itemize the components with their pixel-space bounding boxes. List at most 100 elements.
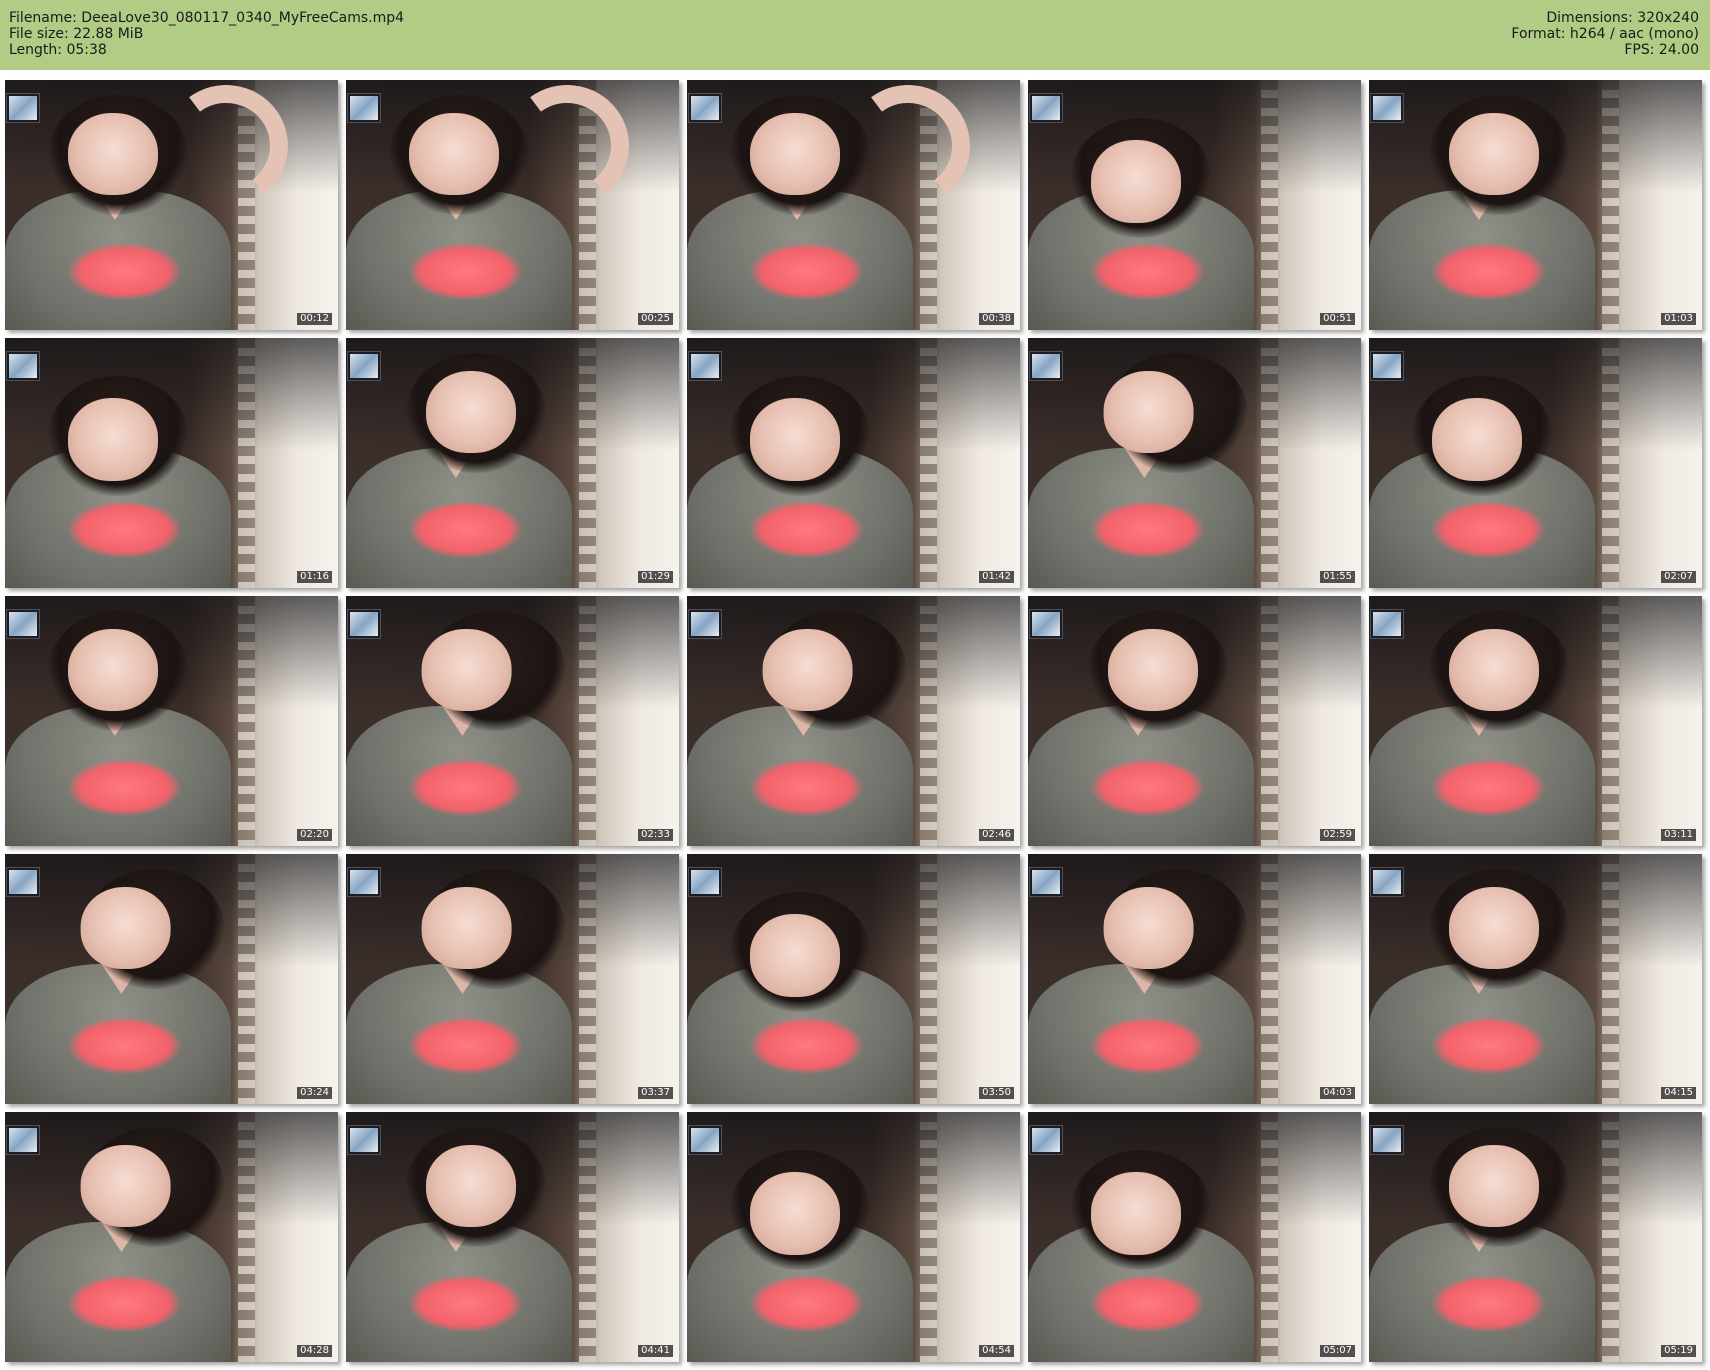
thumbnail-frame-image	[687, 338, 1020, 588]
monitor-in-background	[689, 610, 721, 638]
thumbnail-frame-image	[346, 596, 679, 846]
timestamp-label: 04:03	[1320, 1087, 1355, 1099]
monitor-in-background	[348, 94, 380, 122]
video-thumbnail: 00:12	[5, 80, 338, 330]
timestamp-label: 03:37	[638, 1087, 673, 1099]
timestamp-label: 05:07	[1320, 1345, 1355, 1357]
monitor-in-background	[1371, 868, 1403, 896]
timestamp-label: 01:42	[979, 571, 1014, 583]
monitor-in-background	[7, 1126, 39, 1154]
video-thumbnail: 00:51	[1028, 80, 1361, 330]
timestamp-label: 02:33	[638, 829, 673, 841]
monitor-in-background	[1030, 94, 1062, 122]
monitor-in-background	[1371, 94, 1403, 122]
video-thumbnail: 04:03	[1028, 854, 1361, 1104]
timestamp-label: 03:11	[1661, 829, 1696, 841]
thumbnail-grid: 00:12 00:25 00:38 00:51 01:03 01:16 01:29 01:42…	[5, 80, 1705, 1366]
length-text: Length: 05:38	[9, 42, 107, 58]
video-thumbnail: 00:25	[346, 80, 679, 330]
timestamp-label: 02:46	[979, 829, 1014, 841]
video-thumbnail: 04:54	[687, 1112, 1020, 1362]
thumbnail-frame-image	[687, 854, 1020, 1104]
metadata-header: Filename: DeeaLove30_080117_0340_MyFreeC…	[0, 0, 1710, 70]
file-size-text: File size: 22.88 MiB	[9, 26, 144, 42]
timestamp-label: 03:50	[979, 1087, 1014, 1099]
monitor-in-background	[1371, 610, 1403, 638]
video-thumbnail: 05:19	[1369, 1112, 1702, 1362]
fps-text: FPS: 24.00	[1624, 42, 1699, 58]
video-thumbnail: 02:59	[1028, 596, 1361, 846]
video-thumbnail: 01:16	[5, 338, 338, 588]
timestamp-label: 00:25	[638, 313, 673, 325]
timestamp-label: 00:12	[297, 313, 332, 325]
thumbnail-frame-image	[5, 80, 338, 330]
video-thumbnail: 03:11	[1369, 596, 1702, 846]
thumbnail-frame-image	[1028, 338, 1361, 588]
monitor-in-background	[1030, 868, 1062, 896]
thumbnail-frame-image	[1369, 596, 1702, 846]
thumbnail-frame-image	[1028, 1112, 1361, 1362]
timestamp-label: 04:15	[1661, 1087, 1696, 1099]
timestamp-label: 01:16	[297, 571, 332, 583]
monitor-in-background	[7, 352, 39, 380]
timestamp-label: 04:54	[979, 1345, 1014, 1357]
video-thumbnail: 01:03	[1369, 80, 1702, 330]
monitor-in-background	[689, 868, 721, 896]
thumbnail-frame-image	[687, 596, 1020, 846]
timestamp-label: 04:41	[638, 1345, 673, 1357]
video-thumbnail: 01:29	[346, 338, 679, 588]
metadata-left: Filename: DeeaLove30_080117_0340_MyFreeC…	[9, 10, 404, 58]
monitor-in-background	[689, 1126, 721, 1154]
timestamp-label: 01:29	[638, 571, 673, 583]
monitor-in-background	[7, 94, 39, 122]
format-text: Format: h264 / aac (mono)	[1511, 26, 1699, 42]
timestamp-label: 04:28	[297, 1345, 332, 1357]
video-thumbnail: 03:37	[346, 854, 679, 1104]
video-thumbnail: 03:50	[687, 854, 1020, 1104]
thumbnail-frame-image	[346, 338, 679, 588]
video-thumbnail: 03:24	[5, 854, 338, 1104]
timestamp-label: 01:03	[1661, 313, 1696, 325]
monitor-in-background	[7, 610, 39, 638]
monitor-in-background	[1371, 1126, 1403, 1154]
thumbnail-frame-image	[687, 1112, 1020, 1362]
thumbnail-frame-image	[5, 596, 338, 846]
thumbnail-frame-image	[5, 338, 338, 588]
thumbnail-frame-image	[1369, 338, 1702, 588]
monitor-in-background	[1371, 352, 1403, 380]
filename-text: Filename: DeeaLove30_080117_0340_MyFreeC…	[9, 10, 405, 26]
timestamp-label: 02:07	[1661, 571, 1696, 583]
monitor-in-background	[348, 1126, 380, 1154]
thumbnail-frame-image	[1028, 596, 1361, 846]
timestamp-label: 00:51	[1320, 313, 1355, 325]
video-thumbnail: 04:41	[346, 1112, 679, 1362]
thumbnail-frame-image	[1369, 854, 1702, 1104]
timestamp-label: 05:19	[1661, 1345, 1696, 1357]
monitor-in-background	[689, 352, 721, 380]
timestamp-label: 02:20	[297, 829, 332, 841]
monitor-in-background	[348, 868, 380, 896]
monitor-in-background	[348, 610, 380, 638]
video-thumbnail: 02:07	[1369, 338, 1702, 588]
timestamp-label: 00:38	[979, 313, 1014, 325]
thumbnail-frame-image	[346, 854, 679, 1104]
timestamp-label: 03:24	[297, 1087, 332, 1099]
thumbnail-frame-image	[346, 1112, 679, 1362]
thumbnail-frame-image	[1028, 854, 1361, 1104]
thumbnail-frame-image	[346, 80, 679, 330]
thumbnail-frame-image	[687, 80, 1020, 330]
video-thumbnail: 02:46	[687, 596, 1020, 846]
thumbnail-frame-image	[1028, 80, 1361, 330]
timestamp-label: 02:59	[1320, 829, 1355, 841]
monitor-in-background	[1030, 352, 1062, 380]
thumbnail-frame-image	[1369, 80, 1702, 330]
video-thumbnail: 04:28	[5, 1112, 338, 1362]
monitor-in-background	[689, 94, 721, 122]
dimensions-text: Dimensions: 320x240	[1546, 10, 1699, 26]
thumbnail-frame-image	[1369, 1112, 1702, 1362]
video-thumbnail: 00:38	[687, 80, 1020, 330]
video-thumbnail: 02:33	[346, 596, 679, 846]
thumbnail-frame-image	[5, 854, 338, 1104]
video-thumbnail: 02:20	[5, 596, 338, 846]
video-thumbnail: 04:15	[1369, 854, 1702, 1104]
